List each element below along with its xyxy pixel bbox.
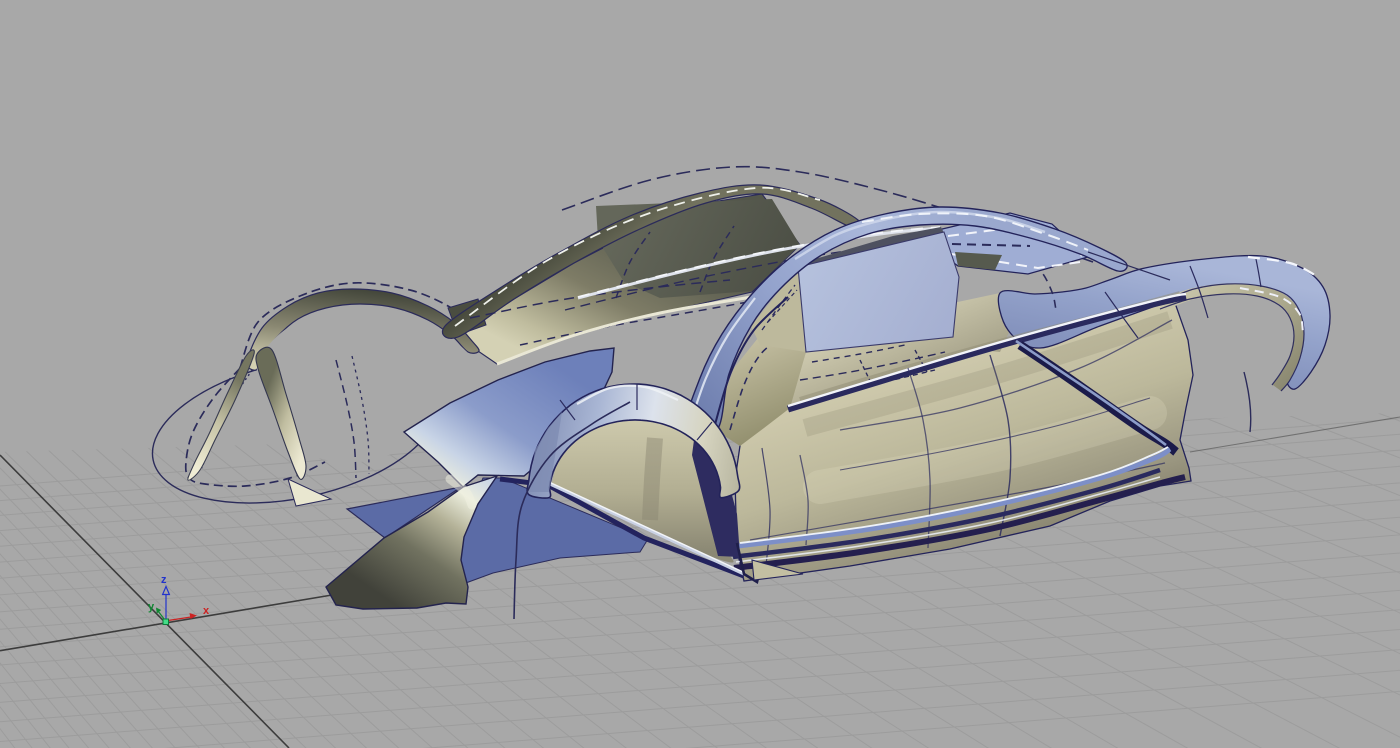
svg-text:x: x bbox=[203, 605, 210, 617]
svg-text:y: y bbox=[148, 601, 155, 613]
svg-text:z: z bbox=[161, 574, 167, 586]
